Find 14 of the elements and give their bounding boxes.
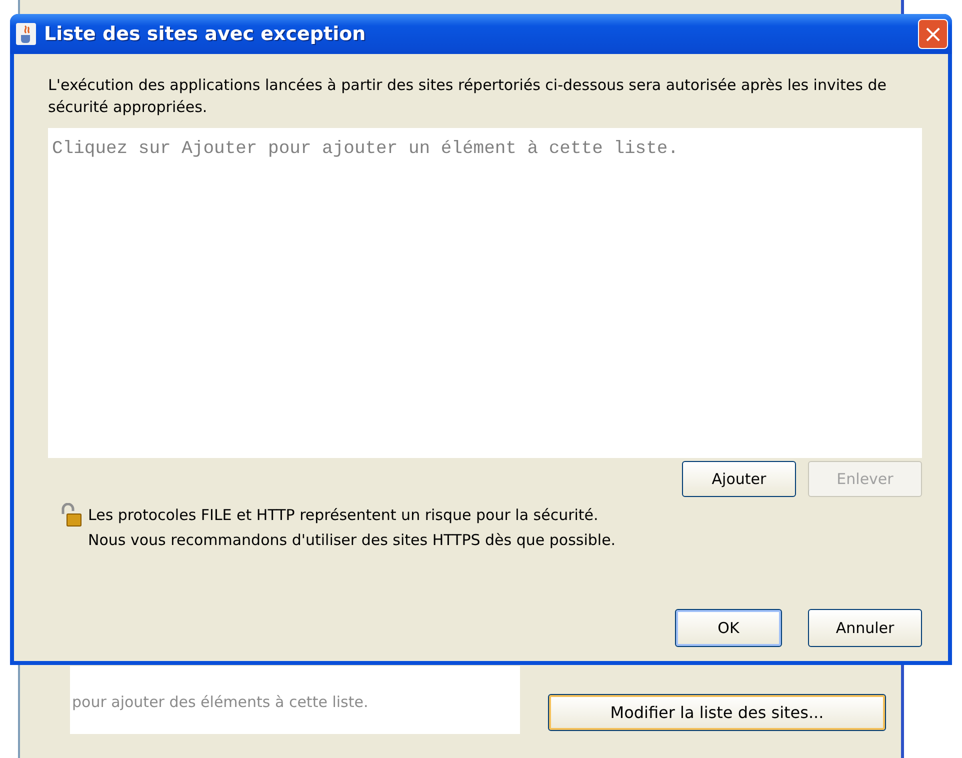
warning-text: Les protocoles FILE et HTTP représentent un risque pour la sécurité.: [88, 505, 600, 526]
java-cup-icon: [16, 23, 36, 45]
add-button[interactable]: Ajouter: [682, 461, 796, 497]
warning-text: Nous vous recommandons d'utiliser des sites HTTPS dès que possible.: [88, 530, 616, 551]
edit-sites-button[interactable]: Modifier la liste des sites...: [548, 694, 886, 731]
window-title: Liste des sites avec exception: [44, 23, 367, 45]
cancel-button[interactable]: Annuler: [808, 609, 922, 647]
close-button[interactable]: ×: [918, 19, 948, 49]
description-text: L'exécution des applications lancées à partir des sites répertoriés ci-dessous sera autorisée après les invites de sécurité appropriées.: [48, 75, 888, 118]
exception-list[interactable]: Cliquez sur Ajouter pour ajouter un élément à cette liste.: [48, 128, 922, 458]
padlock-icon: [60, 503, 82, 527]
ok-button[interactable]: OK: [675, 609, 782, 647]
list-hint: pour ajouter des éléments à cette liste.: [72, 693, 368, 711]
list-placeholder: Cliquez sur Ajouter pour ajouter un élément à cette liste.: [52, 139, 679, 159]
